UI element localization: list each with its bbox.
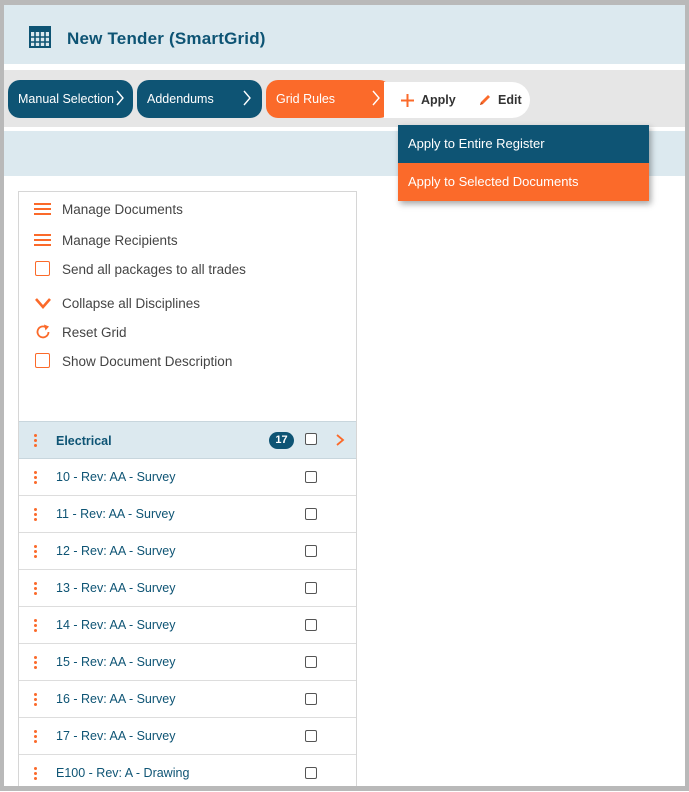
drag-handle-icon[interactable] bbox=[34, 767, 37, 780]
group-checkbox[interactable] bbox=[305, 433, 317, 445]
manage-documents-option[interactable]: Manage Documents bbox=[34, 199, 183, 219]
table-row[interactable]: 11 - Rev: AA - Survey bbox=[19, 496, 356, 533]
step-label: Grid Rules bbox=[276, 92, 336, 106]
option-label: Collapse all Disciplines bbox=[62, 295, 201, 311]
count-badge: 17 bbox=[269, 432, 294, 449]
row-checkbox[interactable] bbox=[305, 545, 317, 557]
page-header: New Tender (SmartGrid) bbox=[4, 5, 685, 64]
option-label: Manage Recipients bbox=[62, 232, 178, 248]
row-label: 12 - Rev: AA - Survey bbox=[56, 544, 176, 558]
drag-handle-icon[interactable] bbox=[34, 656, 37, 669]
drag-handle-icon[interactable] bbox=[34, 471, 37, 484]
chevron-right-icon bbox=[372, 90, 380, 106]
row-label: 13 - Rev: AA - Survey bbox=[56, 581, 176, 595]
row-label: E100 - Rev: A - Drawing bbox=[56, 766, 190, 780]
table-row[interactable]: 12 - Rev: AA - Survey bbox=[19, 533, 356, 570]
page-title: New Tender (SmartGrid) bbox=[67, 29, 266, 48]
grid-panel: Manage Documents Manage Recipients Send … bbox=[18, 191, 357, 792]
row-label: 14 - Rev: AA - Survey bbox=[56, 618, 176, 632]
checkbox-icon[interactable] bbox=[34, 352, 52, 370]
row-checkbox[interactable] bbox=[305, 619, 317, 631]
collapse-all-disciplines-option[interactable]: Collapse all Disciplines bbox=[34, 293, 200, 313]
grid-table-icon bbox=[29, 26, 51, 48]
drag-handle-icon[interactable] bbox=[34, 693, 37, 706]
step-label: Addendums bbox=[147, 92, 214, 106]
drag-handle-icon[interactable] bbox=[34, 619, 37, 632]
row-checkbox[interactable] bbox=[305, 693, 317, 705]
row-label: 10 - Rev: AA - Survey bbox=[56, 470, 176, 484]
manage-recipients-option[interactable]: Manage Recipients bbox=[34, 230, 178, 250]
edit-label: Edit bbox=[498, 93, 522, 107]
row-label: 11 - Rev: AA - Survey bbox=[56, 507, 175, 521]
wizard-toolbar: Manual Selection Addendums Grid Rules Ap… bbox=[4, 70, 685, 127]
row-checkbox[interactable] bbox=[305, 730, 317, 742]
apply-label: Apply bbox=[421, 93, 456, 107]
drag-handle-icon[interactable] bbox=[34, 582, 37, 595]
drag-handle-icon[interactable] bbox=[34, 434, 37, 447]
edit-button[interactable]: Edit bbox=[478, 82, 522, 118]
chevron-right-icon bbox=[116, 90, 124, 106]
row-label: 15 - Rev: AA - Survey bbox=[56, 655, 176, 669]
row-label: 16 - Rev: AA - Survey bbox=[56, 692, 176, 706]
step-label: Manual Selection bbox=[18, 92, 114, 106]
plus-icon bbox=[401, 93, 414, 107]
drag-handle-icon[interactable] bbox=[34, 508, 37, 521]
apply-button[interactable]: Apply bbox=[400, 82, 456, 118]
row-label: 17 - Rev: AA - Survey bbox=[56, 729, 176, 743]
step-manual-selection[interactable]: Manual Selection bbox=[8, 80, 133, 118]
show-document-description-option[interactable]: Show Document Description bbox=[34, 351, 232, 371]
group-label: Electrical bbox=[56, 434, 112, 448]
table-row[interactable]: 15 - Rev: AA - Survey bbox=[19, 644, 356, 681]
chevron-right-icon bbox=[243, 90, 251, 106]
row-checkbox[interactable] bbox=[305, 508, 317, 520]
row-checkbox[interactable] bbox=[305, 656, 317, 668]
chevron-right-icon[interactable] bbox=[335, 433, 345, 447]
row-checkbox[interactable] bbox=[305, 471, 317, 483]
action-group: Apply Edit bbox=[384, 82, 530, 118]
send-all-packages-option[interactable]: Send all packages to all trades bbox=[34, 259, 246, 279]
table-row[interactable]: 16 - Rev: AA - Survey bbox=[19, 681, 356, 718]
checkbox-icon[interactable] bbox=[34, 260, 52, 278]
hamburger-icon bbox=[34, 200, 52, 218]
step-addendums[interactable]: Addendums bbox=[137, 80, 262, 118]
reset-grid-option[interactable]: Reset Grid bbox=[34, 322, 127, 342]
refresh-icon bbox=[36, 324, 50, 339]
table-row[interactable]: 10 - Rev: AA - Survey bbox=[19, 459, 356, 496]
option-label: Show Document Description bbox=[62, 353, 233, 369]
hamburger-icon bbox=[34, 231, 52, 249]
pencil-icon bbox=[480, 95, 490, 105]
row-checkbox[interactable] bbox=[305, 767, 317, 779]
drag-handle-icon[interactable] bbox=[34, 730, 37, 743]
option-label: Manage Documents bbox=[62, 201, 183, 217]
menu-item-apply-entire-register[interactable]: Apply to Entire Register bbox=[398, 125, 649, 163]
chevron-down-icon bbox=[35, 298, 51, 309]
drag-handle-icon[interactable] bbox=[34, 545, 37, 558]
discipline-group-row[interactable]: Electrical 17 bbox=[19, 421, 356, 459]
table-row[interactable]: 14 - Rev: AA - Survey bbox=[19, 607, 356, 644]
row-checkbox[interactable] bbox=[305, 582, 317, 594]
step-grid-rules[interactable]: Grid Rules bbox=[266, 80, 391, 118]
option-label: Reset Grid bbox=[62, 324, 127, 340]
table-row[interactable]: 13 - Rev: AA - Survey bbox=[19, 570, 356, 607]
table-row[interactable]: 17 - Rev: AA - Survey bbox=[19, 718, 356, 755]
menu-item-apply-selected-documents[interactable]: Apply to Selected Documents bbox=[398, 163, 649, 201]
apply-dropdown-menu: Apply to Entire Register Apply to Select… bbox=[398, 125, 649, 201]
option-label: Send all packages to all trades bbox=[62, 261, 246, 277]
table-row[interactable]: E100 - Rev: A - Drawing bbox=[19, 755, 356, 792]
